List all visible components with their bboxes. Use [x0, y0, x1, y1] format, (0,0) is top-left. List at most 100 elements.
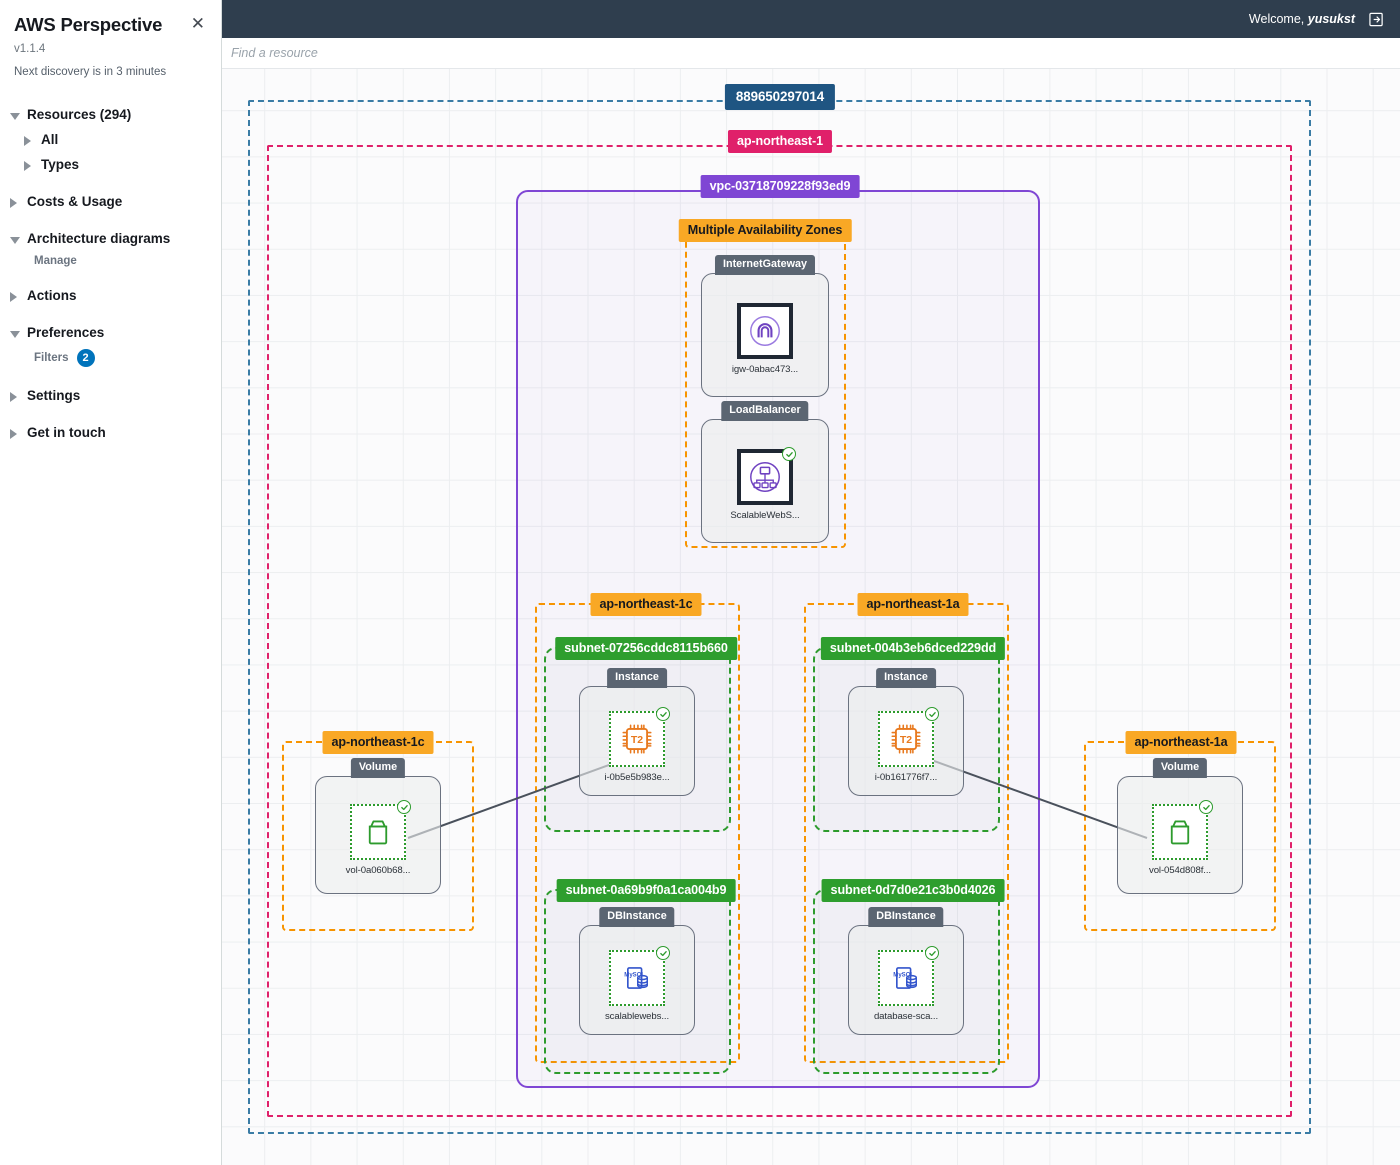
- app-root: AWS Perspective ✕ v1.1.4 Next discovery …: [0, 0, 1400, 1165]
- search-input[interactable]: [231, 46, 751, 60]
- sidebar-item-all[interactable]: All: [8, 127, 221, 152]
- node-ec2-instance-right[interactable]: Instance T2 i-0b161776f7...: [848, 668, 964, 796]
- sidebar-item-manage[interactable]: Manage: [8, 251, 221, 271]
- sidebar-group-preferences: Preferences Filters 2: [0, 320, 221, 371]
- sidebar-group-costs: Costs & Usage: [0, 189, 221, 214]
- ec2-t2-icon: T2: [609, 707, 670, 767]
- az-label-volume-1c[interactable]: ap-northeast-1c: [322, 731, 434, 755]
- node-type-label: Volume: [1152, 758, 1208, 778]
- sidebar: AWS Perspective ✕ v1.1.4 Next discovery …: [0, 0, 222, 1165]
- account-label[interactable]: 889650297014: [724, 84, 836, 111]
- node-db-instance-left[interactable]: DBInstance MySQL scalablewebs...: [579, 907, 695, 1035]
- node-volume-left[interactable]: Volume vol-0a060b68...: [315, 758, 441, 894]
- node-type-label: Instance: [876, 668, 936, 688]
- sidebar-group-resources: Resources (294) All Types: [0, 102, 221, 177]
- chevron-right-icon: [24, 160, 34, 171]
- mysql-db-icon: MySQL: [878, 946, 939, 1006]
- ec2-t2-icon: T2: [878, 707, 939, 767]
- node-type-label: Volume: [350, 758, 406, 778]
- node-type-label: LoadBalancer: [721, 401, 809, 421]
- subnet-label-db-left[interactable]: subnet-0a69b9f0a1ca004b9: [556, 879, 736, 903]
- az-label-volume-1a[interactable]: ap-northeast-1a: [1125, 731, 1237, 755]
- az-label-1c[interactable]: ap-northeast-1c: [590, 593, 702, 617]
- node-type-label: Instance: [607, 668, 667, 688]
- chevron-right-icon: [10, 197, 20, 208]
- status-ok-icon: [656, 707, 670, 721]
- sidebar-item-get-in-touch[interactable]: Get in touch: [8, 420, 221, 445]
- node-type-label: DBInstance: [599, 907, 675, 927]
- multi-az-label[interactable]: Multiple Availability Zones: [678, 219, 852, 243]
- discovery-status: Next discovery is in 3 minutes: [14, 66, 167, 78]
- logout-icon[interactable]: [1369, 12, 1384, 27]
- filters-count-badge: 2: [76, 349, 95, 367]
- node-volume-right[interactable]: Volume vol-054d808f...: [1117, 758, 1243, 894]
- sidebar-item-settings[interactable]: Settings: [8, 383, 221, 408]
- chevron-right-icon: [10, 291, 20, 302]
- diagram-canvas[interactable]: 889650297014 ap-northeast-1 vpc-03718709…: [222, 69, 1400, 1165]
- app-version: v1.1.4: [14, 43, 46, 55]
- status-ok-icon: [925, 946, 939, 960]
- sidebar-item-types[interactable]: Types: [8, 152, 221, 177]
- subnet-label-instance-right[interactable]: subnet-004b3eb6dced229dd: [820, 637, 1006, 661]
- status-ok-icon: [656, 946, 670, 960]
- sidebar-nav: Resources (294) All Types Costs & Usage: [0, 102, 221, 445]
- sidebar-item-label: Filters: [34, 352, 69, 364]
- sidebar-header: AWS Perspective ✕: [0, 14, 221, 36]
- chevron-down-icon: [10, 110, 20, 120]
- node-load-balancer[interactable]: LoadBalancer ScalableWebS...: [701, 401, 829, 543]
- username: yusukst: [1307, 12, 1355, 26]
- node-label: i-0b5e5b983e...: [604, 772, 670, 783]
- sidebar-item-costs-usage[interactable]: Costs & Usage: [8, 189, 221, 214]
- svg-text:T2: T2: [631, 734, 643, 746]
- mysql-db-icon: MySQL: [609, 946, 670, 1006]
- sidebar-item-label: Preferences: [27, 325, 105, 340]
- sidebar-group-actions: Actions: [0, 283, 221, 308]
- sidebar-group-get-in-touch: Get in touch: [0, 420, 221, 445]
- status-ok-icon: [925, 707, 939, 721]
- region-label[interactable]: ap-northeast-1: [727, 130, 833, 154]
- close-icon[interactable]: ✕: [189, 14, 207, 33]
- sidebar-item-architecture-diagrams[interactable]: Architecture diagrams: [8, 226, 221, 251]
- sidebar-item-resources[interactable]: Resources (294): [8, 102, 221, 127]
- ebs-volume-icon: [1152, 800, 1213, 860]
- status-ok-icon: [782, 447, 796, 461]
- chevron-right-icon: [24, 135, 34, 146]
- sidebar-item-preferences[interactable]: Preferences: [8, 320, 221, 345]
- search-bar: [222, 38, 1400, 69]
- sidebar-item-label: Architecture diagrams: [27, 231, 171, 246]
- chevron-down-icon: [10, 234, 20, 244]
- app-title: AWS Perspective: [14, 14, 163, 35]
- chevron-down-icon: [10, 328, 20, 338]
- welcome-text: Welcome, yusukst: [1249, 12, 1355, 26]
- node-label: database-sca...: [873, 1011, 939, 1022]
- sidebar-group-architecture: Architecture diagrams Manage: [0, 226, 221, 271]
- node-ec2-instance-left[interactable]: Instance T2 i-0b5e5b983e...: [579, 668, 695, 796]
- node-label: vol-0a060b68...: [345, 865, 411, 876]
- sidebar-item-label: Resources (294): [27, 107, 132, 122]
- main-area: Welcome, yusukst Find a resource 8896502…: [222, 0, 1400, 1165]
- welcome-prefix: Welcome,: [1248, 12, 1305, 26]
- subnet-label-instance-left[interactable]: subnet-07256cddc8115b660: [555, 637, 737, 661]
- sidebar-item-label: Get in touch: [27, 425, 106, 440]
- load-balancer-icon: [737, 447, 796, 505]
- sidebar-group-settings: Settings: [0, 383, 221, 408]
- sidebar-item-filters[interactable]: Filters 2: [8, 345, 221, 371]
- az-label-1a[interactable]: ap-northeast-1a: [857, 593, 969, 617]
- chevron-right-icon: [10, 391, 20, 402]
- svg-text:T2: T2: [900, 734, 912, 746]
- vpc-label[interactable]: vpc-03718709228f93ed9: [700, 175, 860, 199]
- status-ok-icon: [1199, 800, 1213, 814]
- internet-gateway-icon: [737, 303, 793, 359]
- node-type-label: InternetGateway: [714, 255, 816, 275]
- node-internet-gateway[interactable]: InternetGateway igw-0abac473...: [701, 255, 829, 397]
- sidebar-item-actions[interactable]: Actions: [8, 283, 221, 308]
- node-label: i-0b161776f7...: [874, 772, 938, 783]
- node-db-instance-right[interactable]: DBInstance MySQL database-sca...: [848, 907, 964, 1035]
- subnet-label-db-right[interactable]: subnet-0d7d0e21c3b0d4026: [821, 879, 1005, 903]
- node-label: scalablewebs...: [604, 1011, 670, 1022]
